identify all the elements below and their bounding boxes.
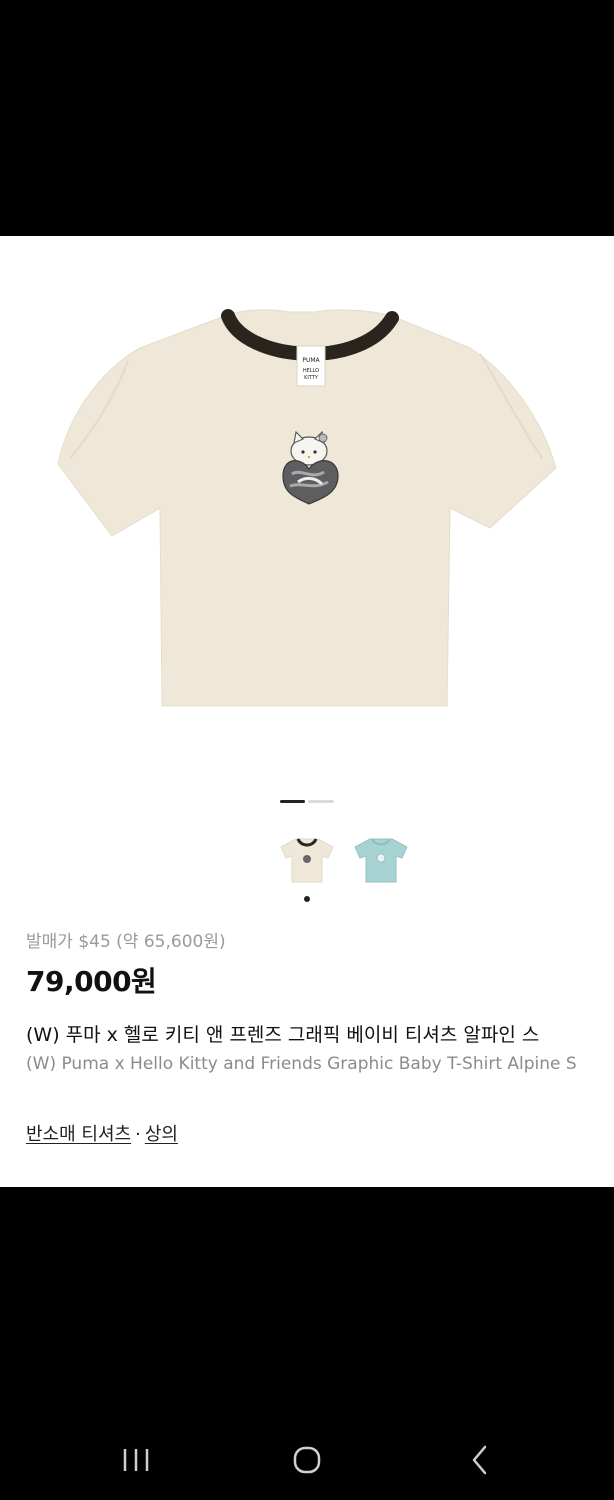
category-breadcrumb: 반소매 티셔츠 · 상의 [26,1120,178,1146]
category-separator: · [135,1124,141,1145]
thumbnail-mint[interactable] [350,830,412,892]
recent-apps-icon [123,1449,149,1471]
text-fade-overlay [580,1016,614,1080]
thumbnail-selected-dot [304,896,310,902]
home-button[interactable] [286,1438,330,1482]
product-hero-image[interactable]: PUMA HELLO KITTY [0,236,614,776]
tshirt-thumbnail-beige [280,838,334,883]
carousel-indicator-active [280,800,305,803]
category-link-tops[interactable]: 상의 [145,1124,178,1145]
tshirt-image: PUMA HELLO KITTY [57,309,557,707]
carousel-indicator [308,800,334,803]
svg-text:KITTY: KITTY [304,375,319,381]
product-content: PUMA HELLO KITTY 발매가 $45 (약 65,600원) 79,… [0,236,614,1187]
product-price: 79,000원 [26,965,157,998]
tshirt-thumbnail-mint [354,838,408,883]
product-name-english: (W) Puma x Hello Kitty and Friends Graph… [26,1054,577,1074]
home-icon [293,1446,321,1474]
category-link-short-sleeve-tshirt[interactable]: 반소매 티셔츠 [26,1124,131,1145]
recent-apps-button[interactable] [114,1438,158,1482]
back-icon [472,1445,487,1475]
release-price: 발매가 $45 (약 65,600원) [26,932,226,952]
svg-text:HELLO: HELLO [303,368,319,374]
svg-text:PUMA: PUMA [302,357,320,364]
thumbnail-beige[interactable] [276,830,338,892]
product-name-korean: (W) 푸마 x 헬로 키티 앤 프렌즈 그래픽 베이비 티셔츠 알파인 스 [26,1024,540,1046]
back-button[interactable] [458,1438,502,1482]
top-black-area [0,0,614,236]
